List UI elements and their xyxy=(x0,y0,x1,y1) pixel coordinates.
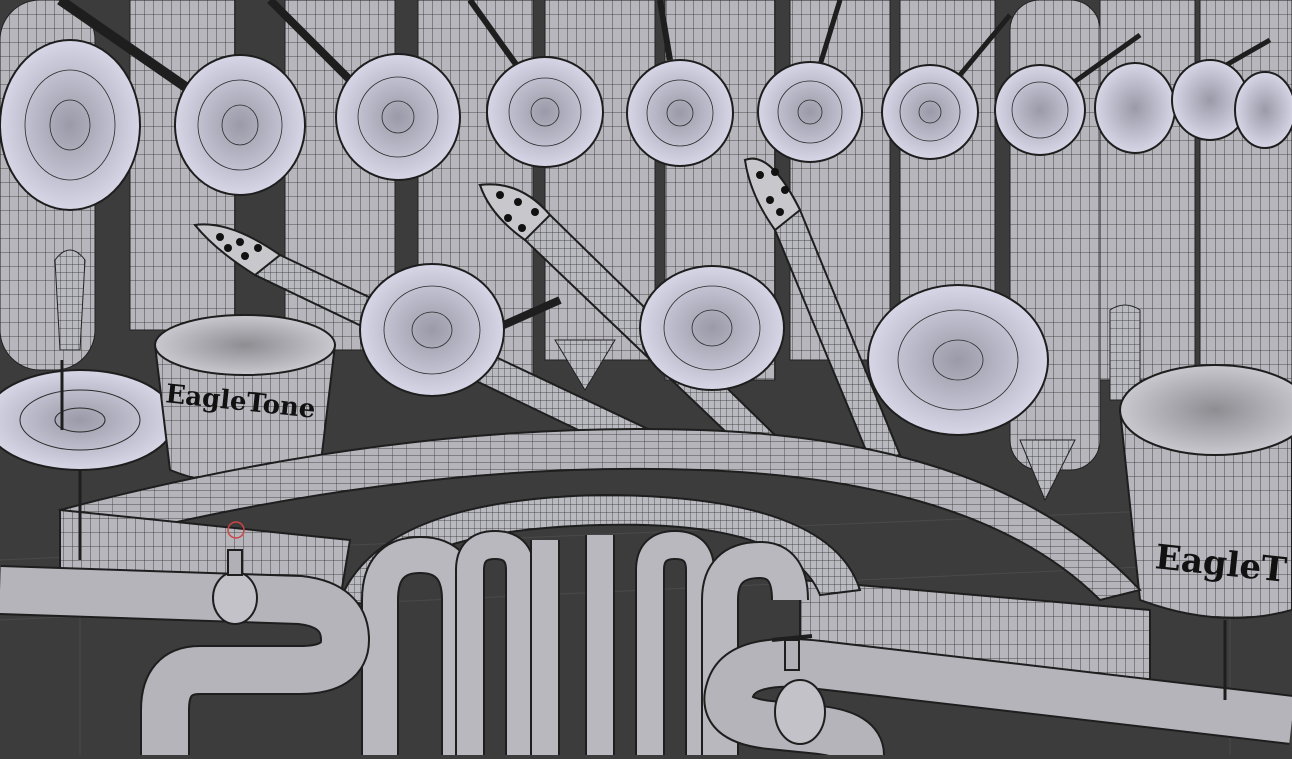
cymbal xyxy=(0,360,176,471)
drum-right: EagleT xyxy=(1118,364,1292,619)
3d-viewport[interactable]: EagleTone EagleT xyxy=(0,0,1292,759)
